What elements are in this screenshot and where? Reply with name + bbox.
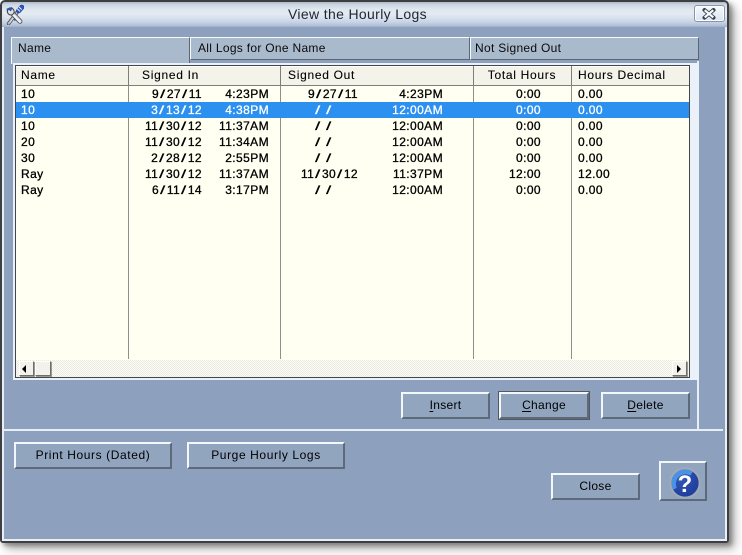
svg-text:?: ? (678, 471, 693, 498)
